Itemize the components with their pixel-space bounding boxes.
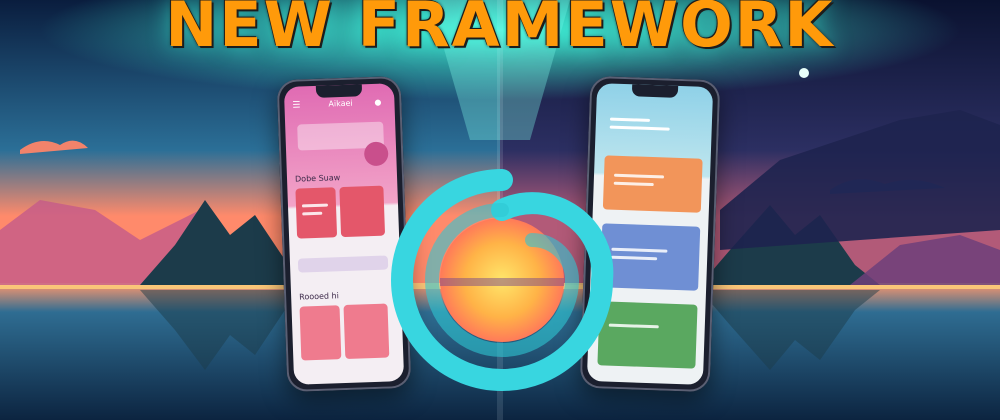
moon — [799, 68, 809, 78]
spiral-logo-icon — [391, 169, 614, 391]
sunset-horizon — [440, 278, 564, 286]
thumbnail-stage: NEW FRAMEWORK ☰ Aikaei ● Dobe Suaw Roooe… — [0, 0, 1000, 420]
menu-icon[interactable]: ☰ — [292, 100, 300, 110]
section-label-1: Dobe Suaw — [294, 173, 341, 184]
phone-notch — [631, 84, 679, 98]
app-title: Aikaei — [328, 98, 353, 109]
avatar-icon[interactable]: ● — [374, 98, 381, 107]
phone-notch — [315, 84, 363, 98]
section-label-2: Roooed hi — [299, 291, 340, 302]
header-text-line — [609, 117, 651, 122]
header-text-line — [609, 125, 670, 131]
content-card-3[interactable] — [299, 305, 342, 361]
headline-title: NEW FRAMEWORK — [165, 0, 835, 61]
